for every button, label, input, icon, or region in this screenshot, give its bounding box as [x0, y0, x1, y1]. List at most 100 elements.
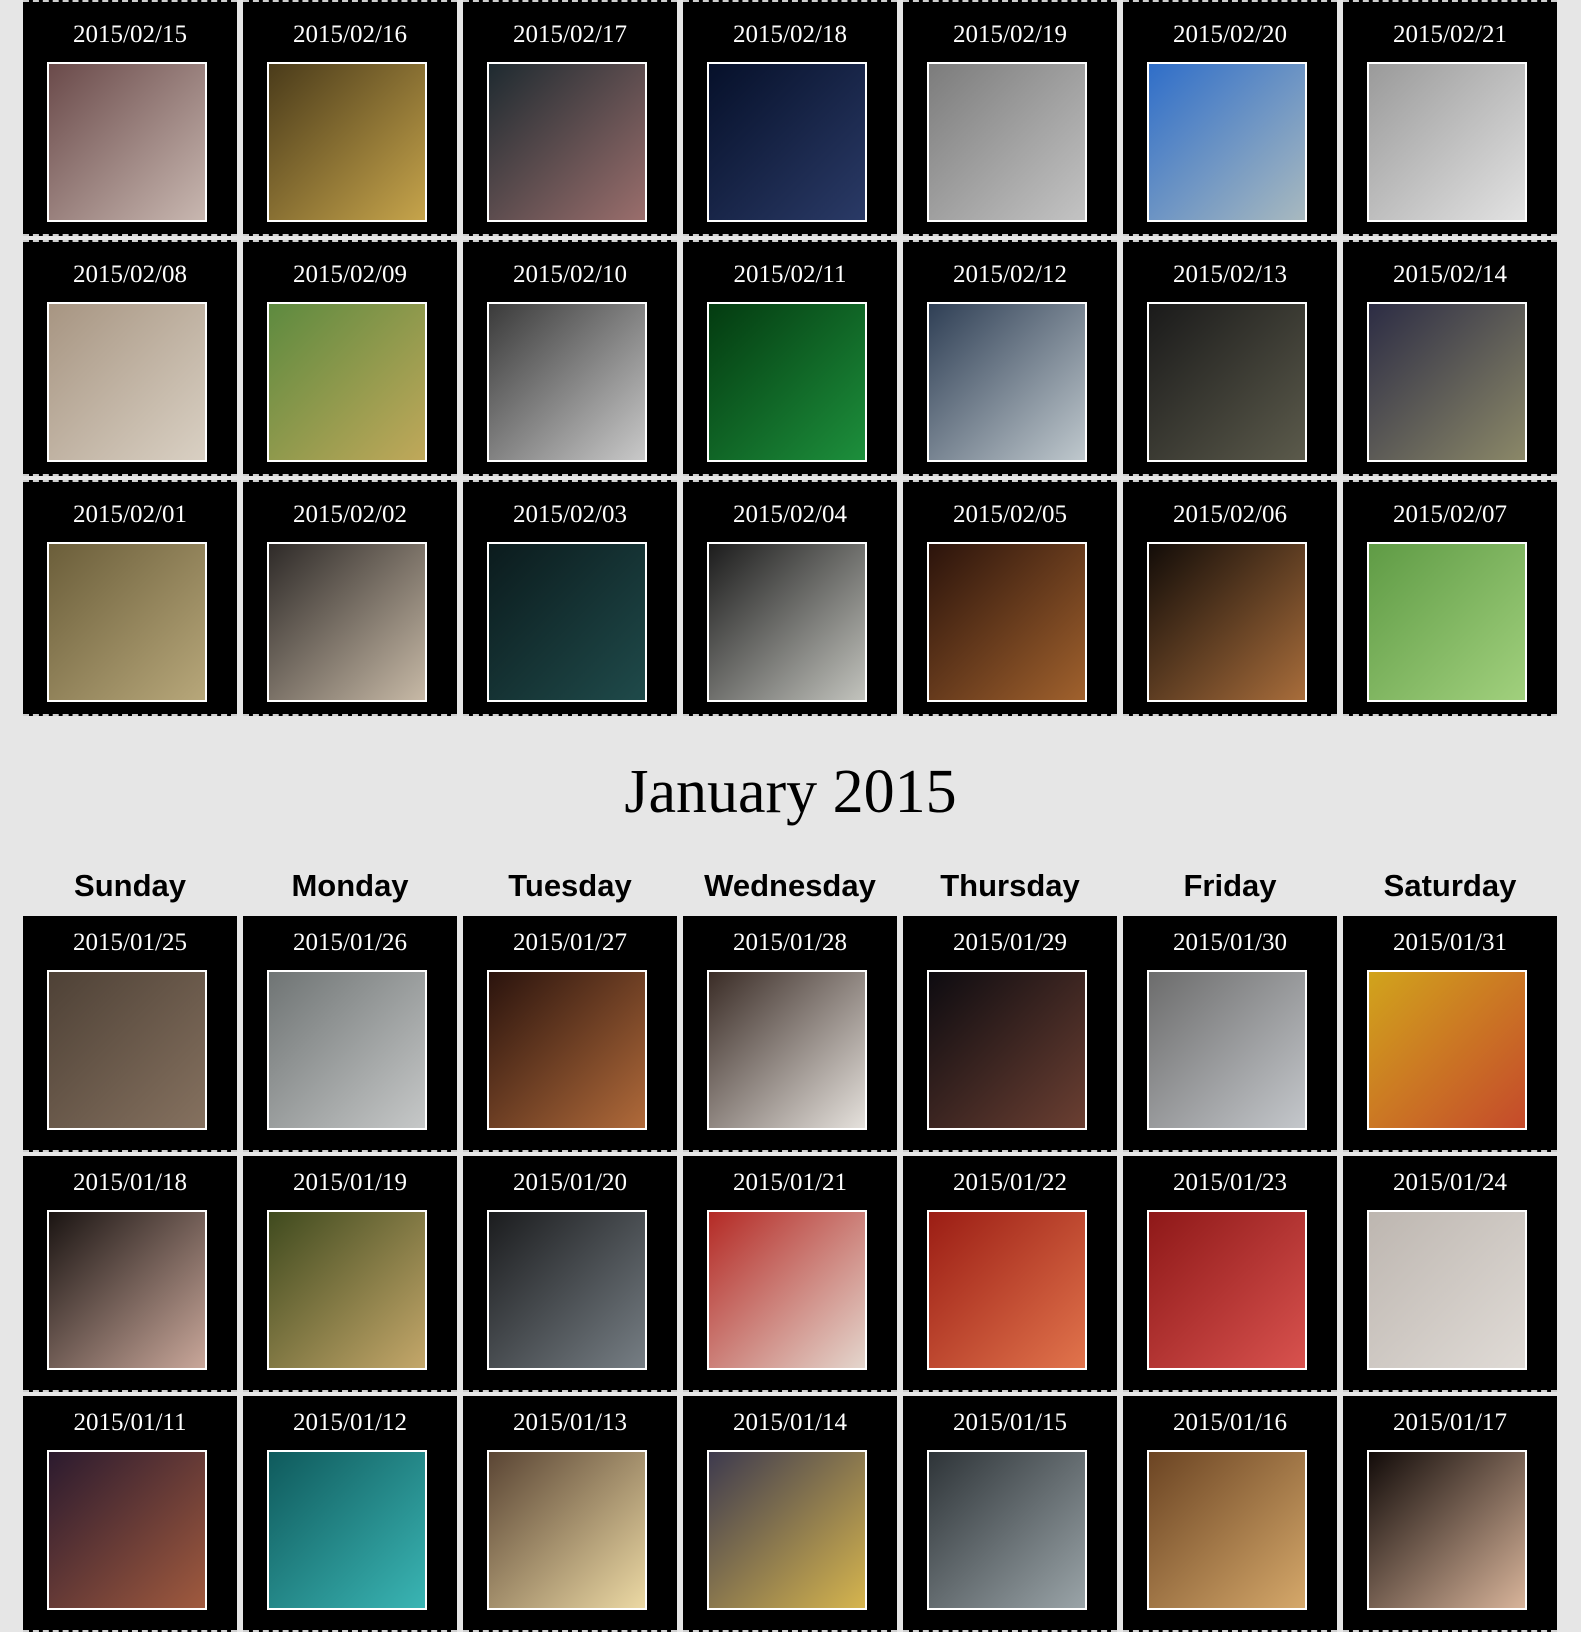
day-cell[interactable]: 2015/02/13 — [1123, 240, 1337, 476]
day-cell[interactable]: 2015/02/10 — [463, 240, 677, 476]
day-cell[interactable]: 2015/01/22 — [903, 1156, 1117, 1392]
day-photo-thumbnail[interactable] — [707, 542, 867, 702]
day-cell[interactable]: 2015/01/11 — [23, 1396, 237, 1632]
day-cell[interactable]: 2015/02/09 — [243, 240, 457, 476]
day-cell[interactable]: 2015/02/07 — [1343, 480, 1557, 716]
day-cell[interactable]: 2015/01/18 — [23, 1156, 237, 1392]
day-date-label: 2015/02/15 — [73, 21, 187, 48]
day-cell[interactable]: 2015/02/08 — [23, 240, 237, 476]
day-cell[interactable]: 2015/01/19 — [243, 1156, 457, 1392]
day-cell[interactable]: 2015/02/15 — [23, 0, 237, 236]
day-cell[interactable]: 2015/02/01 — [23, 480, 237, 716]
day-cell[interactable]: 2015/02/21 — [1343, 0, 1557, 236]
day-photo-thumbnail[interactable] — [47, 62, 207, 222]
day-photo-thumbnail[interactable] — [1147, 970, 1307, 1130]
day-photo-thumbnail[interactable] — [267, 1450, 427, 1610]
day-photo-thumbnail[interactable] — [47, 1450, 207, 1610]
day-photo-thumbnail[interactable] — [267, 542, 427, 702]
day-date-label: 2015/01/14 — [733, 1409, 847, 1436]
day-cell[interactable]: 2015/01/17 — [1343, 1396, 1557, 1632]
day-photo-thumbnail[interactable] — [1367, 1450, 1527, 1610]
day-photo-thumbnail[interactable] — [927, 542, 1087, 702]
day-cell[interactable]: 2015/02/06 — [1123, 480, 1337, 716]
day-cell[interactable]: 2015/02/19 — [903, 0, 1117, 236]
day-date-label: 2015/02/11 — [733, 261, 847, 288]
day-photo-thumbnail[interactable] — [47, 302, 207, 462]
weekday-header-thursday: Thursday — [940, 868, 1080, 903]
day-date-label: 2015/02/07 — [1393, 501, 1507, 528]
day-photo-thumbnail[interactable] — [1147, 62, 1307, 222]
day-cell[interactable]: 2015/01/12 — [243, 1396, 457, 1632]
day-cell[interactable]: 2015/01/20 — [463, 1156, 677, 1392]
day-cell[interactable]: 2015/01/23 — [1123, 1156, 1337, 1392]
day-cell[interactable]: 2015/01/26 — [243, 916, 457, 1152]
day-date-label: 2015/02/10 — [513, 261, 627, 288]
day-photo-thumbnail[interactable] — [927, 970, 1087, 1130]
day-photo-thumbnail[interactable] — [1367, 970, 1527, 1130]
day-photo-thumbnail[interactable] — [707, 1450, 867, 1610]
day-date-label: 2015/01/29 — [953, 929, 1067, 956]
day-photo-thumbnail[interactable] — [707, 62, 867, 222]
day-photo-thumbnail[interactable] — [1367, 302, 1527, 462]
day-cell[interactable]: 2015/01/13 — [463, 1396, 677, 1632]
january-calendar-grid: 2015/01/25 2015/01/26 2015/01/27 2015/01/28… — [23, 916, 1557, 1632]
day-photo-thumbnail[interactable] — [487, 62, 647, 222]
day-cell[interactable]: 2015/02/20 — [1123, 0, 1337, 236]
day-cell[interactable]: 2015/01/16 — [1123, 1396, 1337, 1632]
day-cell[interactable]: 2015/01/25 — [23, 916, 237, 1152]
day-photo-thumbnail[interactable] — [267, 62, 427, 222]
day-cell[interactable]: 2015/02/18 — [683, 0, 897, 236]
day-photo-thumbnail[interactable] — [1147, 1450, 1307, 1610]
day-cell[interactable]: 2015/01/21 — [683, 1156, 897, 1392]
day-cell[interactable]: 2015/02/05 — [903, 480, 1117, 716]
day-photo-thumbnail[interactable] — [1367, 542, 1527, 702]
day-photo-thumbnail[interactable] — [487, 1450, 647, 1610]
day-photo-thumbnail[interactable] — [487, 542, 647, 702]
day-photo-thumbnail[interactable] — [707, 302, 867, 462]
day-photo-thumbnail[interactable] — [927, 1450, 1087, 1610]
day-photo-thumbnail[interactable] — [1147, 1210, 1307, 1370]
day-cell[interactable]: 2015/01/14 — [683, 1396, 897, 1632]
day-photo-thumbnail[interactable] — [1147, 542, 1307, 702]
day-photo-thumbnail[interactable] — [267, 970, 427, 1130]
day-cell[interactable]: 2015/02/02 — [243, 480, 457, 716]
day-photo-thumbnail[interactable] — [927, 62, 1087, 222]
day-photo-thumbnail[interactable] — [1147, 302, 1307, 462]
day-cell[interactable]: 2015/01/24 — [1343, 1156, 1557, 1392]
day-photo-thumbnail[interactable] — [1367, 1210, 1527, 1370]
day-cell[interactable]: 2015/01/31 — [1343, 916, 1557, 1152]
day-cell[interactable]: 2015/02/14 — [1343, 240, 1557, 476]
day-cell[interactable]: 2015/01/27 — [463, 916, 677, 1152]
day-photo-thumbnail[interactable] — [707, 1210, 867, 1370]
day-photo-thumbnail[interactable] — [487, 302, 647, 462]
day-cell[interactable]: 2015/02/03 — [463, 480, 677, 716]
day-photo-thumbnail[interactable] — [47, 970, 207, 1130]
day-date-label: 2015/01/11 — [73, 1409, 187, 1436]
day-cell[interactable]: 2015/01/15 — [903, 1396, 1117, 1632]
day-photo-thumbnail[interactable] — [487, 970, 647, 1130]
day-cell[interactable]: 2015/01/28 — [683, 916, 897, 1152]
day-photo-thumbnail[interactable] — [707, 970, 867, 1130]
weekday-header-saturday: Saturday — [1383, 868, 1517, 903]
day-date-label: 2015/02/13 — [1173, 261, 1287, 288]
day-cell[interactable]: 2015/02/16 — [243, 0, 457, 236]
day-date-label: 2015/01/26 — [293, 929, 407, 956]
day-date-label: 2015/02/21 — [1393, 21, 1507, 48]
day-photo-thumbnail[interactable] — [267, 1210, 427, 1370]
day-photo-thumbnail[interactable] — [1367, 62, 1527, 222]
day-cell[interactable]: 2015/01/30 — [1123, 916, 1337, 1152]
day-photo-thumbnail[interactable] — [47, 1210, 207, 1370]
day-cell[interactable]: 2015/02/12 — [903, 240, 1117, 476]
day-cell[interactable]: 2015/01/29 — [903, 916, 1117, 1152]
day-photo-thumbnail[interactable] — [267, 302, 427, 462]
day-cell[interactable]: 2015/02/04 — [683, 480, 897, 716]
day-photo-thumbnail[interactable] — [47, 542, 207, 702]
day-cell[interactable]: 2015/02/17 — [463, 0, 677, 236]
day-date-label: 2015/01/15 — [953, 1409, 1067, 1436]
day-cell[interactable]: 2015/02/11 — [683, 240, 897, 476]
day-date-label: 2015/01/18 — [73, 1169, 187, 1196]
day-photo-thumbnail[interactable] — [487, 1210, 647, 1370]
weekday-header-sunday: Sunday — [74, 868, 186, 903]
day-photo-thumbnail[interactable] — [927, 1210, 1087, 1370]
day-photo-thumbnail[interactable] — [927, 302, 1087, 462]
